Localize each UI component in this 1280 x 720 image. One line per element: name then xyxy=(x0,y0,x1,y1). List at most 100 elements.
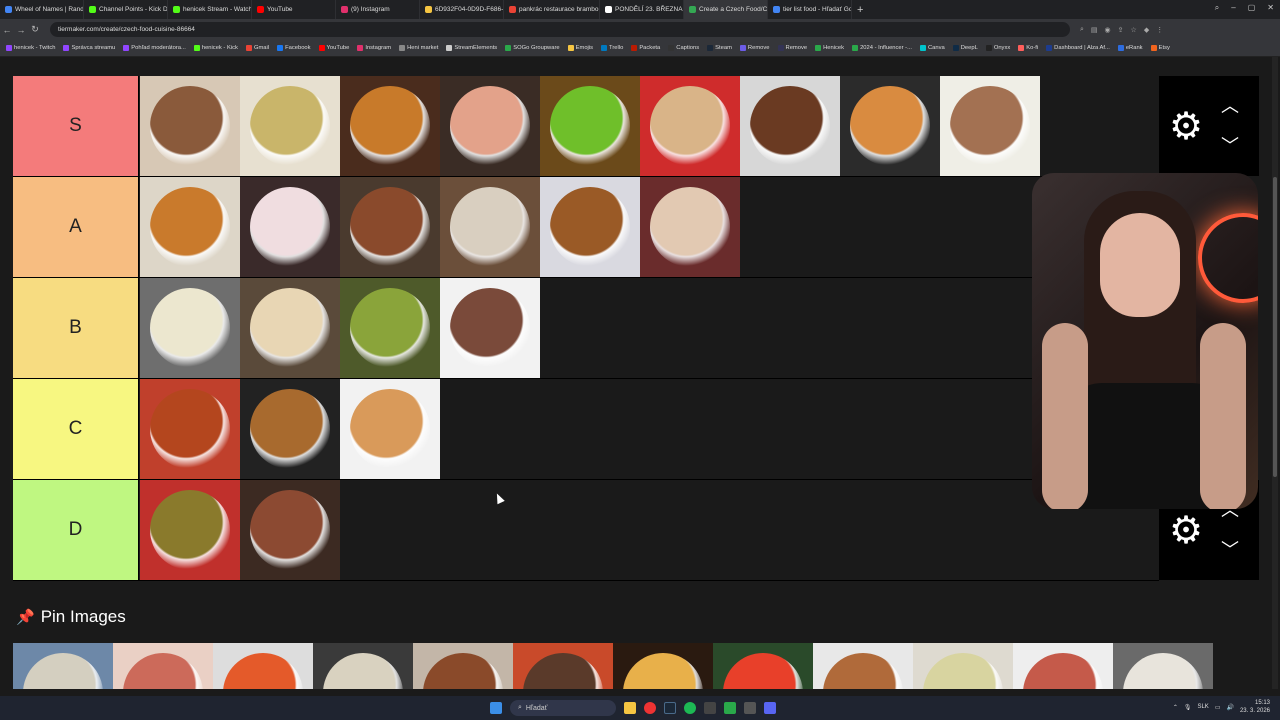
food-image-pin-12[interactable] xyxy=(1113,643,1213,689)
network-icon[interactable]: ▭ xyxy=(1215,704,1221,711)
discord-icon[interactable] xyxy=(764,702,776,714)
browser-tab[interactable]: YouTube xyxy=(252,0,336,19)
food-image-donuts[interactable] xyxy=(840,76,940,176)
menu-icon[interactable]: ⋮ xyxy=(1156,26,1163,34)
close-icon[interactable]: ✕ xyxy=(1267,3,1274,13)
scrollbar-thumb[interactable] xyxy=(1273,177,1277,477)
bookmark-item[interactable]: StreamElements xyxy=(446,45,497,51)
browser-tab[interactable]: henicek Stream - Watch Li xyxy=(168,0,252,19)
search-tabs-icon[interactable]: ⌕ xyxy=(1215,3,1219,13)
food-image-meat-patties[interactable] xyxy=(740,76,840,176)
bookmark-item[interactable]: SOGo Groupware xyxy=(505,45,560,51)
food-image-fruit-buns[interactable] xyxy=(240,177,340,277)
bookmark-item[interactable]: henicek - Kick xyxy=(193,45,238,51)
food-image-pin-1[interactable] xyxy=(13,643,113,689)
bookmark-item[interactable]: DeepL xyxy=(952,45,978,51)
bookmark-item[interactable]: Emojis xyxy=(567,45,593,51)
bookmark-item[interactable]: Heni market xyxy=(399,45,438,51)
tier-label[interactable]: B xyxy=(13,278,139,378)
food-image-pin-5[interactable] xyxy=(413,643,513,689)
food-image-goulash-dumplings[interactable] xyxy=(340,177,440,277)
food-image-pin-9[interactable] xyxy=(813,643,913,689)
tier-row-a[interactable]: A xyxy=(13,177,1159,278)
page-scrollbar[interactable] xyxy=(1272,57,1278,689)
mic-icon[interactable]: 🎙 xyxy=(1184,704,1192,711)
food-image-pin-8[interactable] xyxy=(713,643,813,689)
food-image-pin-4[interactable] xyxy=(313,643,413,689)
bookmark-item[interactable]: 2024 - Influencer -... xyxy=(852,45,912,51)
food-image-pin-6[interactable] xyxy=(513,643,613,689)
bookmark-item[interactable]: henicek - Twitch xyxy=(6,45,55,51)
food-image-tripe-soup[interactable] xyxy=(240,480,340,580)
bookmark-item[interactable]: Steam xyxy=(707,45,732,51)
translate-icon[interactable]: ▤ xyxy=(1091,26,1098,34)
bookmark-item[interactable]: Facebook xyxy=(277,45,311,51)
browser-tab[interactable]: tier list food - Hľadať Goo xyxy=(768,0,852,19)
bookmark-item[interactable]: Správca streamu xyxy=(63,45,115,51)
share-icon[interactable]: ⇪ xyxy=(1118,26,1124,34)
food-image-svickova[interactable] xyxy=(940,76,1040,176)
bookmark-star-icon[interactable]: ☆ xyxy=(1131,26,1137,34)
language-indicator[interactable]: SLK xyxy=(1197,704,1208,710)
food-image-garlic-soup[interactable] xyxy=(340,278,440,378)
bookmark-item[interactable]: Henicek xyxy=(815,45,844,51)
bookmark-item[interactable]: Dashboard | Alza Af... xyxy=(1046,45,1110,51)
tier-row-c[interactable]: C xyxy=(13,379,1159,480)
bookmark-item[interactable]: eRank xyxy=(1117,45,1143,51)
food-image-fried-cauliflower[interactable] xyxy=(340,76,440,176)
app-icon[interactable] xyxy=(724,702,736,714)
chevron-down-icon[interactable]: ﹀ xyxy=(1221,536,1239,562)
bookmark-item[interactable]: Remove xyxy=(777,45,807,51)
zoom-icon[interactable]: ⌕ xyxy=(1080,26,1084,34)
bookmark-item[interactable]: YouTube xyxy=(318,45,349,51)
reload-icon[interactable]: ↻ xyxy=(28,24,42,35)
volume-icon[interactable]: 🔊 xyxy=(1226,704,1233,711)
bookmark-item[interactable]: Instagram xyxy=(357,45,391,51)
maximize-icon[interactable]: ▢ xyxy=(1248,3,1256,13)
food-image-mushroom-soup[interactable] xyxy=(440,177,540,277)
food-image-pin-10[interactable] xyxy=(913,643,1013,689)
food-image-pin-3[interactable] xyxy=(213,643,313,689)
browser-tab[interactable]: Create a Czech Food/Cuisi xyxy=(684,0,768,19)
bookmark-item[interactable]: Canva xyxy=(919,45,945,51)
browser-tab[interactable]: PONDĚLÍ 23. BŘEZNA xyxy=(600,0,684,19)
forward-icon[interactable]: → xyxy=(14,25,28,35)
xbox-icon[interactable] xyxy=(704,702,716,714)
bookmark-item[interactable]: Ko-fi xyxy=(1018,45,1038,51)
chevron-down-icon[interactable]: ﹀ xyxy=(1221,132,1239,158)
food-image-lentil-soup[interactable] xyxy=(140,480,240,580)
minimize-icon[interactable]: – xyxy=(1231,3,1235,13)
food-image-pea-soup[interactable] xyxy=(540,76,640,176)
spotify-icon[interactable] xyxy=(684,702,696,714)
tier-row-s[interactable]: S xyxy=(13,76,1159,177)
tier-label[interactable]: C xyxy=(13,379,139,479)
bookmark-item[interactable]: Remove xyxy=(739,45,770,51)
food-image-poppyseed-dessert[interactable] xyxy=(440,278,540,378)
opera-icon[interactable] xyxy=(644,702,656,714)
clock[interactable]: 15:13 23. 3. 2026 xyxy=(1240,699,1270,715)
obs-icon[interactable] xyxy=(744,702,756,714)
bookmark-item[interactable]: Gmail xyxy=(245,45,269,51)
food-image-buchty[interactable] xyxy=(240,278,340,378)
taskbar-search[interactable]: ⌕ Hľadať xyxy=(510,700,616,716)
browser-tab[interactable]: Wheel of Names | Random xyxy=(0,0,84,19)
food-image-pin-2[interactable] xyxy=(113,643,213,689)
food-image-apple-chips[interactable] xyxy=(640,177,740,277)
gear-icon[interactable]: ⚙ xyxy=(1169,512,1203,550)
browser-tab[interactable]: pankrác restaurace brambo xyxy=(504,0,600,19)
browser-tab[interactable]: 6D932F04-0D9D-F686-28 xyxy=(420,0,504,19)
tier-label[interactable]: A xyxy=(13,177,139,277)
browser-tab[interactable]: Channel Points - Kick Das xyxy=(84,0,168,19)
food-image-pin-11[interactable] xyxy=(1013,643,1113,689)
new-tab-icon[interactable]: + xyxy=(857,4,863,16)
bookmark-item[interactable]: Trello xyxy=(601,45,623,51)
food-image-chicken-paprika[interactable] xyxy=(340,379,440,479)
windows-start-icon[interactable] xyxy=(490,702,502,714)
bookmark-item[interactable]: Captions xyxy=(668,45,699,51)
tier-label[interactable]: S xyxy=(13,76,139,176)
food-image-pin-7[interactable] xyxy=(613,643,713,689)
food-image-open-sandwiches[interactable] xyxy=(440,76,540,176)
back-icon[interactable]: ← xyxy=(0,25,14,35)
tray-chevron-icon[interactable]: ⌃ xyxy=(1173,704,1178,711)
bookmark-item[interactable]: Pohľad moderátora... xyxy=(123,45,186,51)
